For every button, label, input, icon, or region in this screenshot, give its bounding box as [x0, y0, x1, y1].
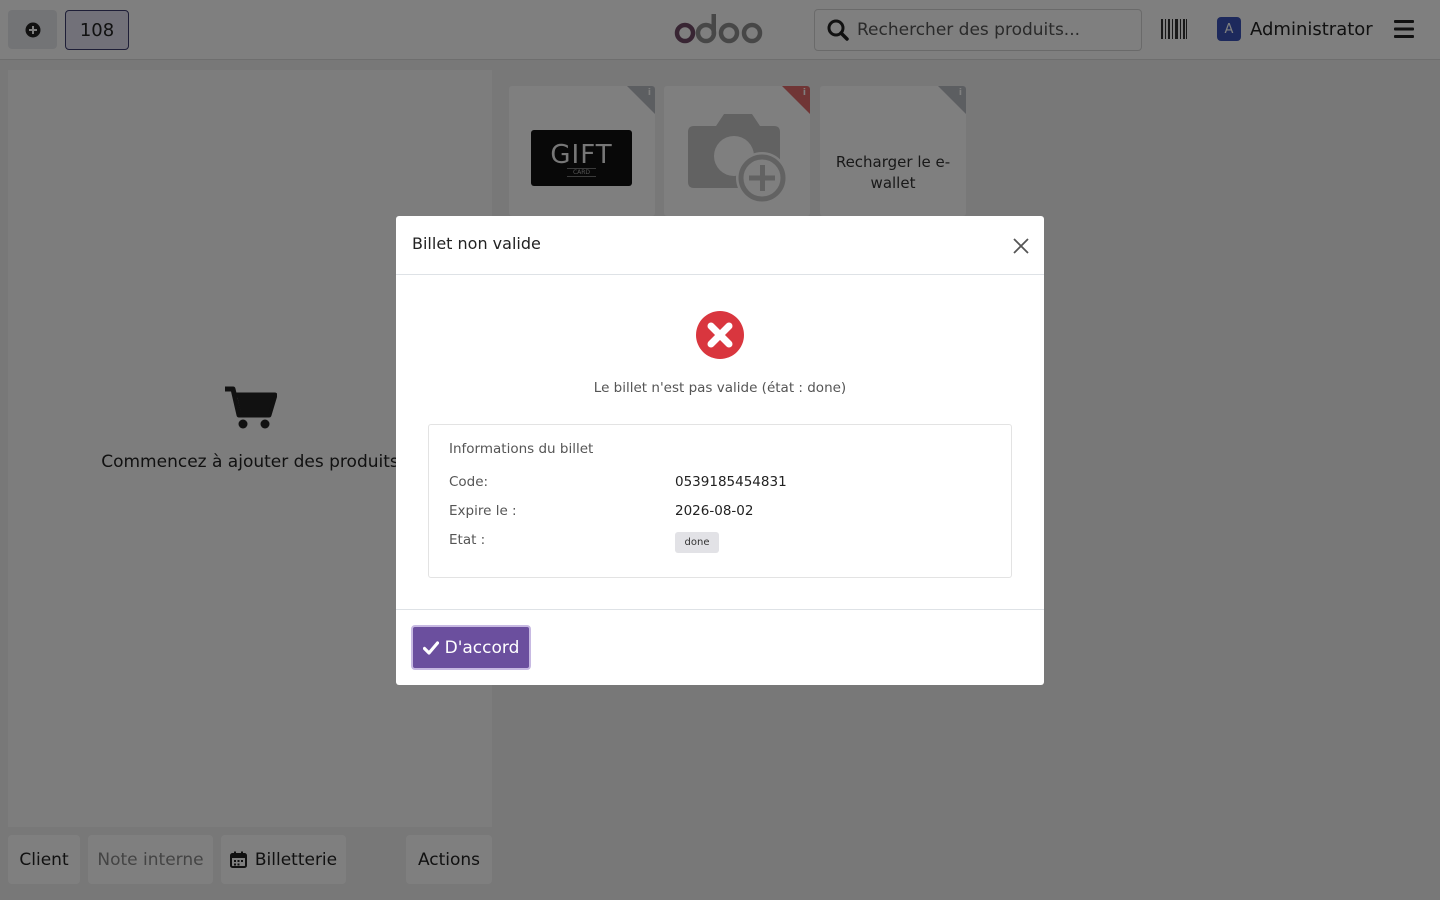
dialog-title: Billet non valide [412, 234, 541, 253]
error-circle-icon [696, 311, 744, 359]
close-icon[interactable] [1011, 236, 1031, 256]
state-label: Etat : [449, 532, 486, 548]
expiry-label: Expire le : [449, 503, 517, 519]
check-icon [422, 640, 439, 655]
code-label: Code: [449, 474, 489, 490]
error-message: Le billet n'est pas valide (état : done) [593, 380, 847, 396]
state-badge: done [675, 532, 719, 553]
ticket-info-title: Informations du billet [449, 441, 594, 457]
dialog-header: Billet non valide [396, 216, 1044, 275]
dialog-body: Le billet n'est pas valide (état : done)… [396, 275, 1044, 610]
ok-label: D'accord [444, 637, 520, 658]
expiry-value: 2026-08-02 [675, 503, 754, 519]
code-value: 0539185454831 [675, 474, 787, 490]
ok-button[interactable]: D'accord [411, 625, 531, 670]
invalid-ticket-dialog: Billet non valide Le billet n'est pas va… [396, 216, 1044, 685]
ticket-info-card: Informations du billet Code: 05391854548… [428, 424, 1012, 578]
